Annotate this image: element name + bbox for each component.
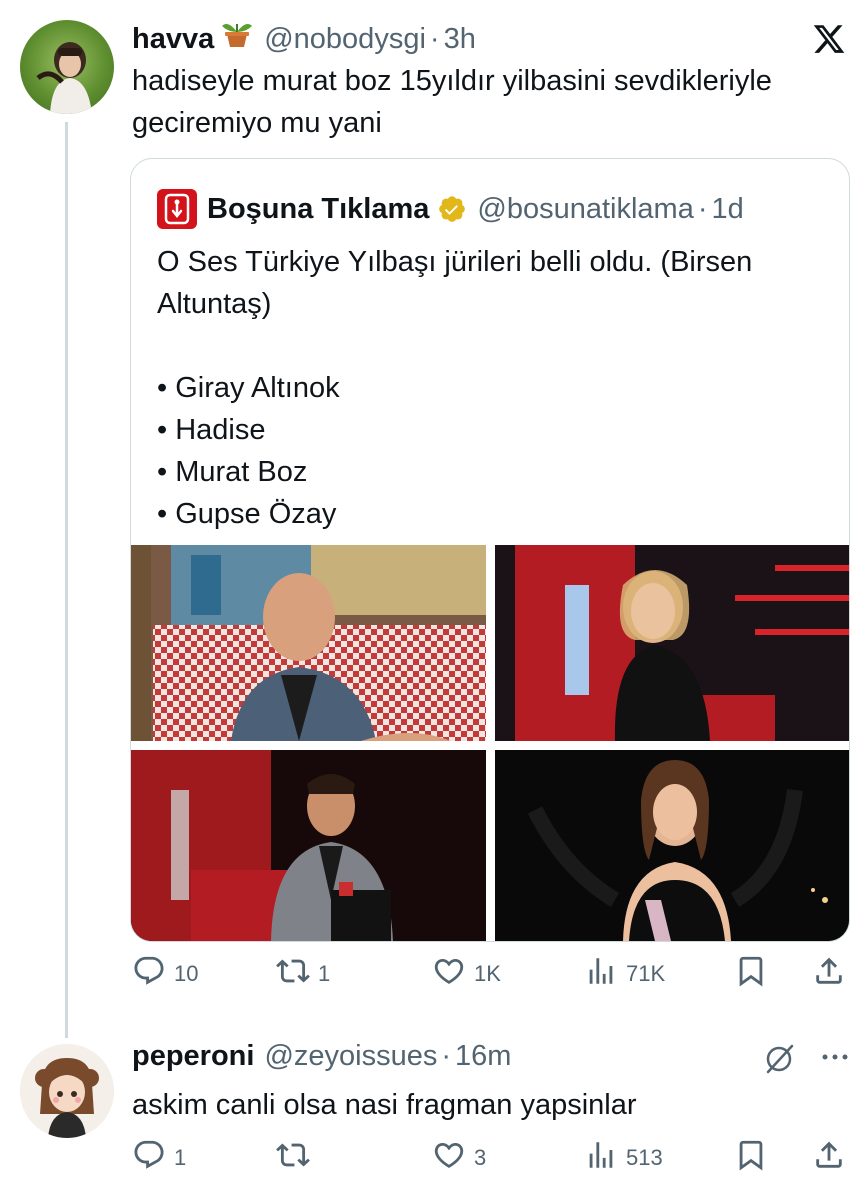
bookmark-icon — [734, 1138, 768, 1178]
potted-plant-icon — [220, 18, 254, 48]
analytics-bars-icon — [584, 1138, 618, 1178]
user-handle[interactable]: @nobodysgi — [264, 23, 426, 56]
quoted-display-name[interactable]: Boşuna Tıklama — [207, 193, 429, 226]
photo-giray-altinok[interactable] — [131, 545, 486, 741]
separator-dot: · — [429, 23, 440, 55]
like-button[interactable]: 3 — [432, 1138, 486, 1178]
more-options-icon[interactable] — [818, 1040, 852, 1074]
reply-count: 1 — [174, 1145, 187, 1170]
tweet-header: peperoni @zeyoissues · 16m — [132, 1040, 511, 1073]
bullet-item: • Hadise — [157, 414, 266, 446]
timestamp[interactable]: 16m — [455, 1040, 511, 1073]
retweet-button[interactable]: 1 — [276, 954, 330, 994]
grok-icon[interactable] — [762, 1040, 798, 1076]
bookmark-button[interactable] — [734, 954, 768, 994]
retweet-button[interactable] — [276, 1138, 318, 1178]
tweet-text: askim canli olsa nasi fragman yapsinlar — [132, 1089, 637, 1121]
reply-button[interactable]: 10 — [132, 954, 198, 994]
media-grid — [131, 545, 849, 941]
like-count: 3 — [474, 1145, 487, 1170]
photo-gupse-ozay[interactable] — [495, 750, 849, 941]
reply-icon — [132, 1138, 166, 1178]
bookmark-button[interactable] — [734, 1138, 768, 1178]
display-name[interactable]: peperoni — [132, 1040, 254, 1073]
tweet-header: havva @nobodysgi · 3h — [132, 18, 476, 56]
heart-icon — [432, 1138, 466, 1178]
quoted-tweet-card[interactable]: Boşuna Tıklama @bosunatiklama · 1d O Ses… — [130, 158, 850, 942]
retweet-icon — [276, 1138, 310, 1178]
heart-icon — [432, 954, 466, 994]
analytics-bars-icon — [584, 954, 618, 994]
verified-gold-badge-icon — [437, 194, 467, 224]
bullet-item: • Giray Altınok — [157, 372, 340, 404]
view-count: 513 — [626, 1145, 663, 1170]
avatar-peperoni[interactable] — [20, 1044, 114, 1138]
quoted-tweet-header: Boşuna Tıklama @bosunatiklama · 1d — [157, 189, 744, 229]
thread-connector-line — [65, 122, 68, 1038]
views-button[interactable]: 513 — [584, 1138, 663, 1178]
bullet-item: • Murat Boz — [157, 456, 308, 488]
bookmark-icon — [734, 954, 768, 994]
views-button[interactable]: 71K — [584, 954, 665, 994]
separator-dot: · — [441, 1040, 452, 1072]
retweet-icon — [276, 954, 310, 994]
reply-count: 10 — [174, 961, 199, 986]
photo-murat-boz[interactable] — [131, 750, 486, 941]
reply-button[interactable]: 1 — [132, 1138, 186, 1178]
tweet-text: hadiseyle murat boz 15yıldır yilbasini s… — [132, 65, 772, 139]
display-name[interactable]: havva — [132, 23, 214, 56]
timestamp[interactable]: 3h — [444, 23, 476, 56]
tweet-actions: 10 1 1K 71K — [0, 956, 868, 992]
x-logo-icon[interactable] — [812, 22, 846, 56]
quoted-tweet-text: O Ses Türkiye Yılbaşı jürileri belli old… — [157, 241, 837, 535]
like-count: 1K — [474, 961, 501, 986]
avatar-havva[interactable] — [20, 20, 114, 114]
reply-icon — [132, 954, 166, 994]
bosuna-tiklama-logo[interactable] — [157, 189, 197, 229]
tweet-actions: 1 3 513 — [0, 1140, 868, 1176]
share-button[interactable] — [812, 954, 846, 994]
retweet-count: 1 — [318, 961, 331, 986]
photo-hadise[interactable] — [495, 545, 849, 741]
share-icon — [812, 954, 846, 994]
user-handle[interactable]: @zeyoissues — [264, 1040, 437, 1073]
quoted-timestamp[interactable]: 1d — [712, 193, 744, 226]
bullet-item: • Gupse Özay — [157, 498, 337, 530]
quoted-user-handle[interactable]: @bosunatiklama — [477, 193, 693, 226]
like-button[interactable]: 1K — [432, 954, 501, 994]
separator-dot: · — [697, 192, 708, 225]
share-icon — [812, 1138, 846, 1178]
quoted-text-line: O Ses Türkiye Yılbaşı jürileri belli old… — [157, 246, 753, 320]
share-button[interactable] — [812, 1138, 846, 1178]
view-count: 71K — [626, 961, 666, 986]
